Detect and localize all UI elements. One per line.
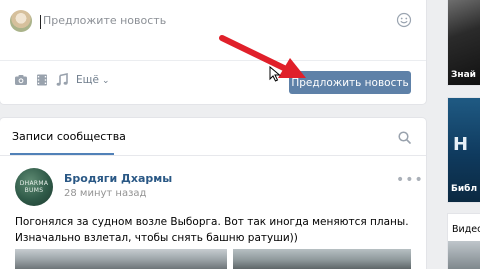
more-attachments-button[interactable]: Ещё ⌄	[76, 74, 110, 86]
post-author-link[interactable]: Бродяги Дхармы	[64, 172, 172, 185]
avatar-text-line2: BUMS	[24, 187, 44, 194]
videos-heading: Видео	[452, 224, 480, 235]
avatar-text-line1: DHARMA	[19, 180, 49, 187]
feed-tabs: Записи сообщества	[0, 118, 426, 156]
side-card-title-letter: Н	[453, 134, 469, 155]
video-icon[interactable]	[35, 73, 49, 87]
tab-community-posts[interactable]: Записи сообщества	[12, 130, 126, 143]
news-input[interactable]: Предложите новость	[43, 14, 166, 27]
side-card-label: Знай	[451, 70, 476, 80]
side-card[interactable]: Знай	[448, 0, 480, 85]
camera-icon[interactable]	[14, 73, 28, 87]
post-composer: Предложите новость Ещё ⌄ Предложить новос…	[0, 0, 426, 104]
music-icon[interactable]	[55, 73, 69, 87]
active-tab-indicator	[10, 153, 114, 155]
videos-block[interactable]: Видео	[448, 214, 480, 269]
post-photo[interactable]	[15, 249, 227, 269]
post-avatar[interactable]: DHARMA BUMS	[15, 168, 53, 206]
more-label: Ещё	[76, 74, 99, 86]
mouse-cursor-icon	[269, 66, 281, 82]
post-menu-icon[interactable]: •••	[396, 172, 424, 188]
side-card-label: Библ	[451, 184, 478, 194]
post-text: Погонялся за судном возле Выборга. Вот т…	[15, 216, 409, 244]
post-timestamp[interactable]: 28 минут назад	[64, 188, 146, 199]
post-photo[interactable]	[233, 249, 411, 269]
user-avatar[interactable]	[10, 10, 32, 32]
chevron-down-icon: ⌄	[101, 76, 110, 86]
video-thumbnail[interactable]	[448, 241, 480, 269]
community-feed: Записи сообщества DHARMA BUMS Бродяги Дх…	[0, 118, 426, 269]
search-icon[interactable]	[398, 131, 411, 144]
text-caret	[40, 15, 41, 29]
composer-divider	[0, 60, 426, 61]
suggest-news-button[interactable]: Предложить новость	[289, 71, 411, 94]
side-card[interactable]: Н Библ	[448, 98, 480, 202]
emoji-icon[interactable]	[396, 12, 412, 28]
